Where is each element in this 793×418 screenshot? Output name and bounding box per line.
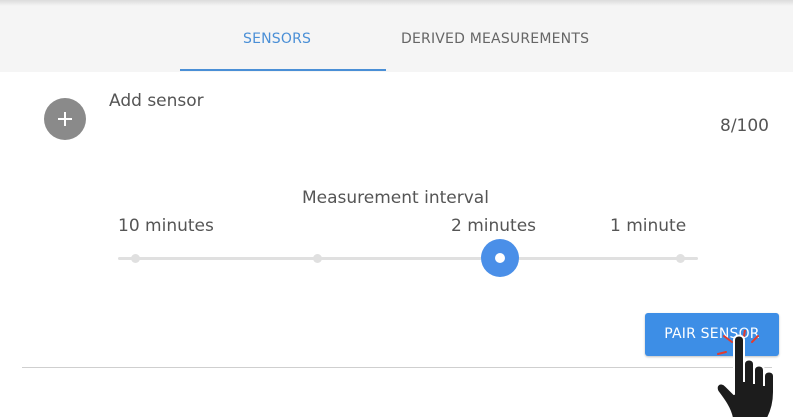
interval-label-10-minutes: 10 minutes <box>118 216 214 236</box>
interval-label-2-minutes: 2 minutes <box>451 216 537 236</box>
tab-sensors[interactable]: SENSORS <box>243 31 311 47</box>
slider-step-dot[interactable] <box>131 254 140 263</box>
slider-step-dot[interactable] <box>313 254 322 263</box>
interval-slider-thumb[interactable] <box>481 239 519 277</box>
top-shadow <box>0 0 793 6</box>
measurement-interval-title: Measurement interval <box>302 188 489 208</box>
slider-thumb-center <box>495 253 505 263</box>
sensor-count: 8/100 <box>720 116 769 136</box>
slider-step-dot[interactable] <box>676 254 685 263</box>
plus-icon <box>58 112 72 126</box>
interval-slider-track[interactable] <box>118 257 698 260</box>
add-sensor-button[interactable] <box>44 98 86 140</box>
card-divider <box>22 367 772 368</box>
pointing-hand-icon <box>715 330 775 418</box>
active-tab-indicator <box>180 69 386 71</box>
tab-bar <box>0 0 793 72</box>
add-sensor-label: Add sensor <box>109 91 204 111</box>
interval-label-1-minute: 1 minute <box>610 216 687 236</box>
tab-derived-measurements[interactable]: DERIVED MEASUREMENTS <box>401 31 589 47</box>
